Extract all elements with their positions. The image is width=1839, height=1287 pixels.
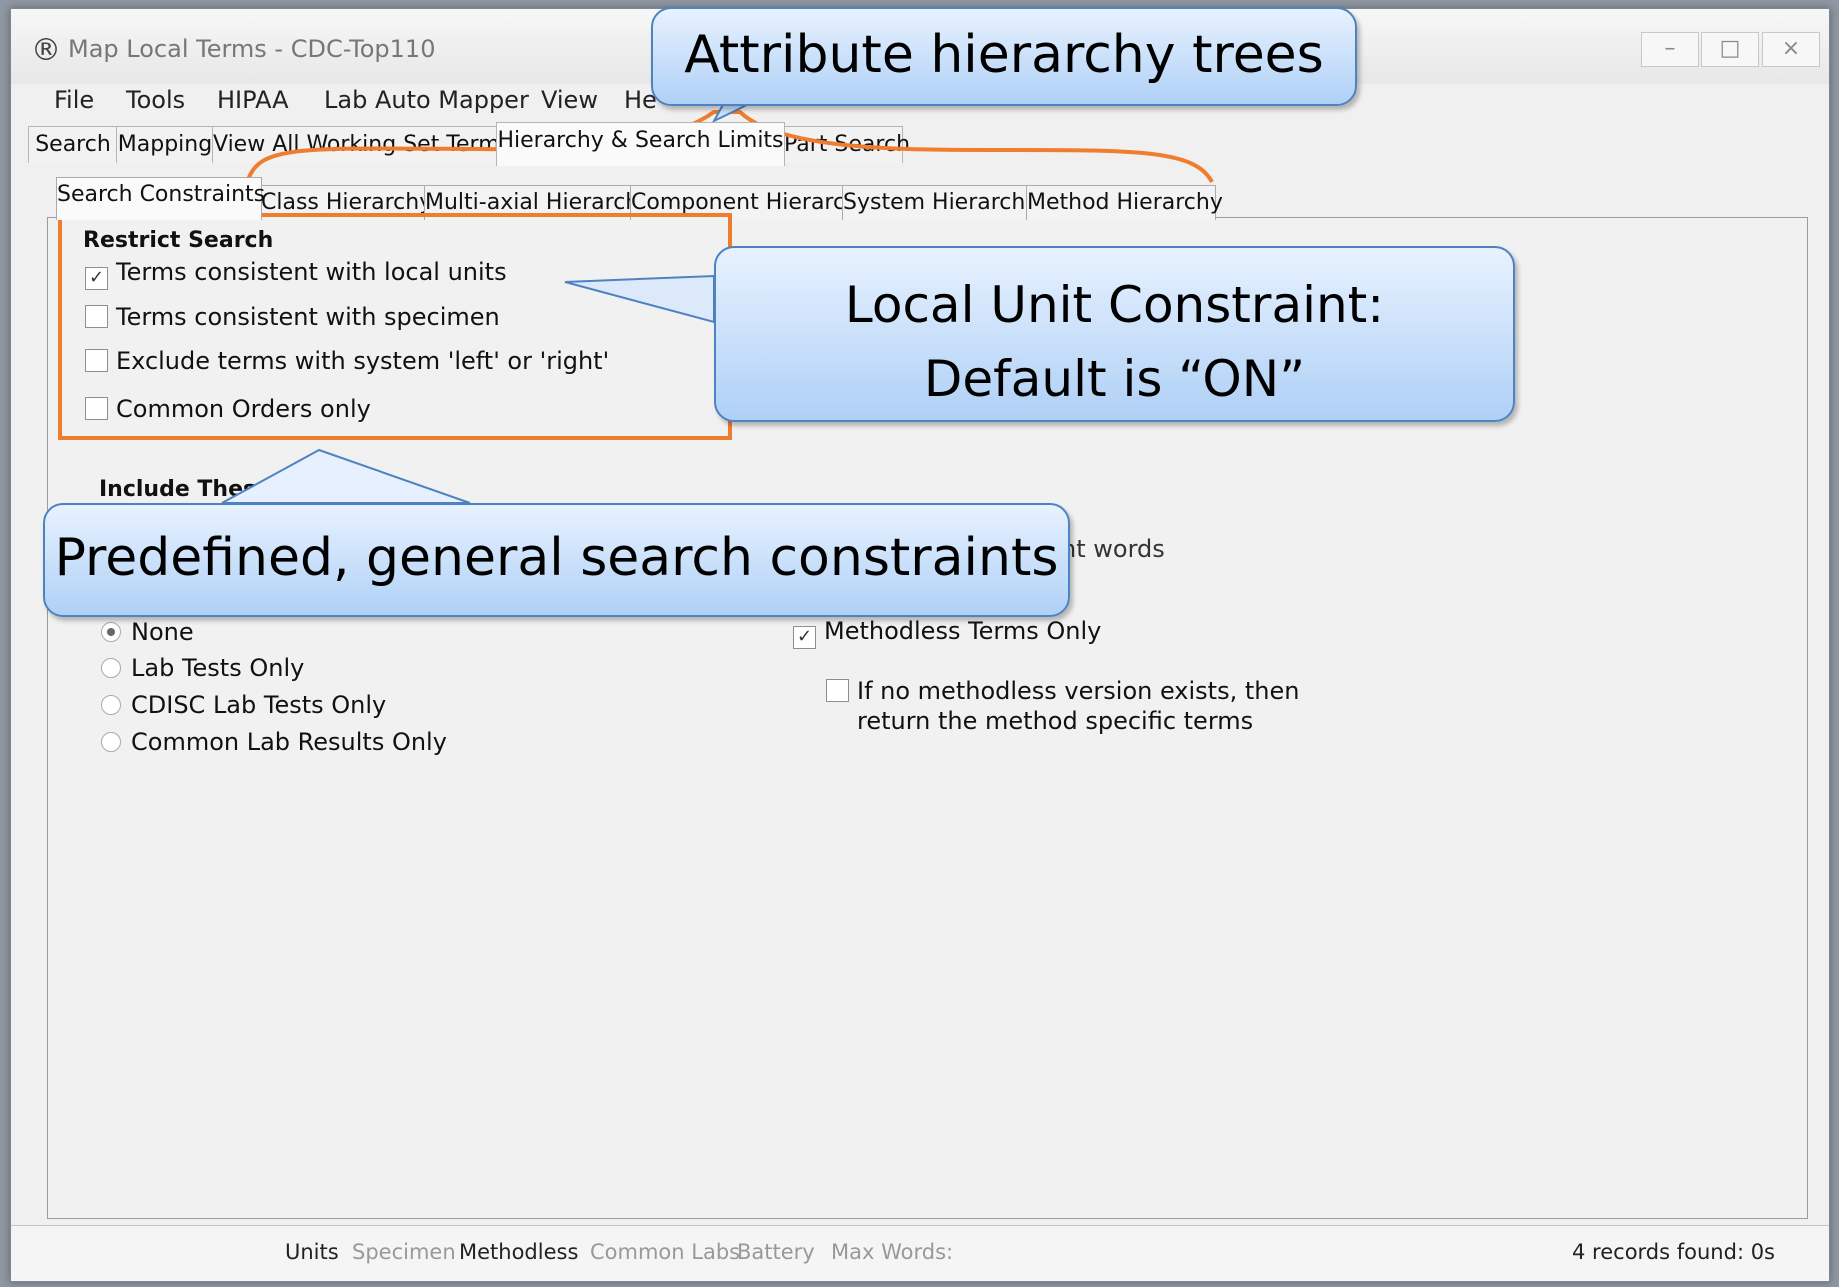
specimen-checkbox-row[interactable]: Terms consistent with specimen <box>85 303 500 333</box>
maximize-icon[interactable]: □ <box>1701 32 1759 67</box>
checkbox[interactable] <box>85 397 108 420</box>
tab-search[interactable]: Search <box>28 126 118 163</box>
checkbox-label: Common Orders only <box>116 395 371 423</box>
radio-button[interactable] <box>101 658 121 678</box>
checkbox[interactable]: ✓ <box>793 626 816 649</box>
checkbox-label: Exclude terms with system 'left' or 'rig… <box>116 347 610 375</box>
checkbox-label: Methodless Terms Only <box>824 617 1102 645</box>
status-battery: Battery <box>737 1240 815 1264</box>
include-these-title: Include These <box>99 477 272 502</box>
menu-tools[interactable]: Tools <box>126 86 185 114</box>
radio-label: Lab Tests Only <box>131 654 305 682</box>
status-methodless: Methodless <box>459 1240 579 1264</box>
tab-class-hierarchy[interactable]: Class Hierarchy <box>260 185 432 220</box>
radio-label: Common Lab Results Only <box>131 728 447 756</box>
status-bar: Units Specimen Methodless Common Labs Ba… <box>11 1225 1829 1281</box>
tab-multi-axial-hierarchy[interactable]: Multi-axial Hierarchy <box>424 185 652 220</box>
checkbox[interactable]: ✓ <box>85 267 108 290</box>
tab-search-constraints[interactable]: Search Constraints <box>56 177 265 220</box>
status-specimen: Specimen <box>352 1240 456 1264</box>
checkbox-label: If no methodless version exists, then <box>857 677 1300 705</box>
close-icon[interactable]: × <box>1762 32 1820 67</box>
menu-lab-auto-mapper[interactable]: Lab Auto Mapper <box>324 86 529 114</box>
predefined-search-callout: Predefined, general search constraints <box>43 503 1070 617</box>
menu-hipaa[interactable]: HIPAA <box>217 86 289 114</box>
radio-none[interactable]: None <box>101 618 194 646</box>
radio-lab-tests-only[interactable]: Lab Tests Only <box>101 654 304 682</box>
tab-view-all-working-set-terms[interactable]: View All Working Set Terms <box>212 126 511 163</box>
partial-option-text: nt words <box>1061 535 1165 563</box>
local-units-checkbox-row[interactable]: ✓ Terms consistent with local units <box>85 258 507 290</box>
restrict-search-title: Restrict Search <box>83 228 274 253</box>
tab-hierarchy-search-limits[interactable]: Hierarchy & Search Limits <box>496 122 785 166</box>
checkbox[interactable] <box>85 349 108 372</box>
status-max-words: Max Words: <box>831 1240 954 1264</box>
local-unit-callout: Local Unit Constraint: Default is “ON” <box>714 246 1515 422</box>
attribute-hierarchy-callout: Attribute hierarchy trees <box>651 7 1357 106</box>
methodless-checkbox-row[interactable]: ✓ Methodless Terms Only <box>793 617 1102 649</box>
tab-method-hierarchy[interactable]: Method Hierarchy <box>1026 185 1223 220</box>
window-title: Map Local Terms - CDC-Top110 <box>68 35 436 63</box>
tab-component-hierarchy[interactable]: Component Hierarchy <box>630 185 872 220</box>
radio-common-lab-results-only[interactable]: Common Lab Results Only <box>101 728 447 756</box>
radio-label: CDISC Lab Tests Only <box>131 691 387 719</box>
menu-view[interactable]: View <box>541 86 598 114</box>
radio-label: None <box>131 618 194 646</box>
menu-file[interactable]: File <box>54 86 94 114</box>
status-units: Units <box>285 1240 339 1264</box>
radio-cdisc-lab-tests-only[interactable]: CDISC Lab Tests Only <box>101 691 386 719</box>
method-fallback-second-line: return the method specific terms <box>857 707 1254 735</box>
records-found-count: 4 records found: 0s <box>1572 1240 1775 1264</box>
status-common-labs: Common Labs <box>590 1240 741 1264</box>
exclude-left-right-checkbox-row[interactable]: Exclude terms with system 'left' or 'rig… <box>85 347 609 377</box>
method-fallback-checkbox-row[interactable]: If no methodless version exists, then <box>826 677 1299 707</box>
tab-part-search[interactable]: Part Search <box>783 126 910 163</box>
checkbox[interactable] <box>826 679 849 702</box>
radio-button[interactable] <box>101 695 121 715</box>
checkbox-label: Terms consistent with local units <box>116 258 507 286</box>
radio-button[interactable] <box>101 732 121 752</box>
radio-button[interactable] <box>101 622 121 642</box>
map-local-terms-window: ® Map Local Terms - CDC-Top110 – □ × Fil… <box>10 8 1830 1282</box>
rgcm-logo-icon: ® <box>31 33 61 68</box>
checkbox[interactable] <box>85 305 108 328</box>
tab-mapping[interactable]: Mapping <box>116 126 214 163</box>
checkbox-label: Terms consistent with specimen <box>116 303 500 331</box>
local-unit-callout-line-1: Local Unit Constraint: <box>844 276 1385 334</box>
minimize-icon[interactable]: – <box>1641 32 1699 67</box>
local-unit-callout-line-2: Default is “ON” <box>923 350 1306 408</box>
tab-system-hierarchy[interactable]: System Hierarchy <box>842 185 1038 220</box>
common-orders-checkbox-row[interactable]: Common Orders only <box>85 395 371 425</box>
